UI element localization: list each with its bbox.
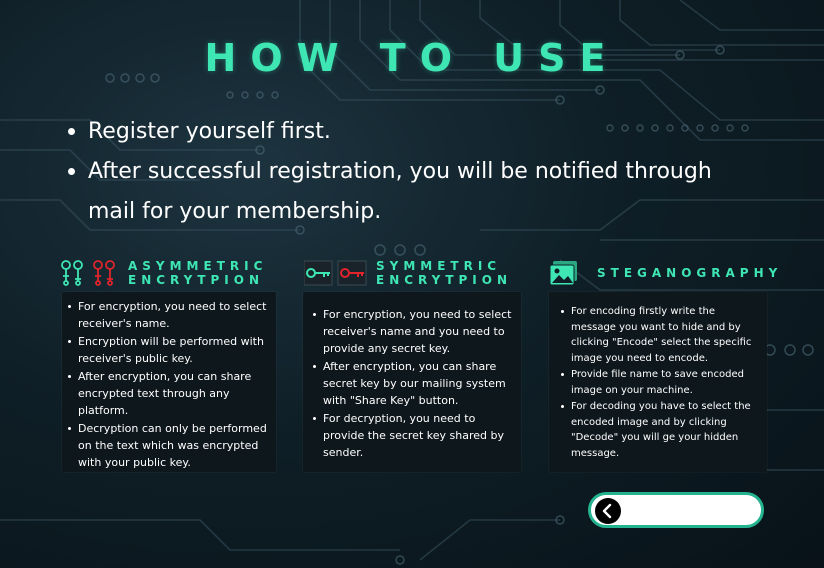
list-item: For encoding firstly write the message y… (561, 304, 759, 366)
list-item: After encryption, you can share secret k… (313, 358, 513, 409)
chevron-left-icon (595, 498, 621, 524)
list-item: For decryption, you need to provide the … (313, 410, 513, 461)
symmetric-header: SYMMETRIC ENCRYTPION (304, 259, 513, 287)
steps-list: Register yourself first. After successfu… (68, 112, 748, 232)
list-item: Decryption can only be performed on the … (68, 420, 268, 471)
asymmetric-title: ASYMMETRIC ENCRYTPION (128, 259, 268, 287)
list-item: For encryption, you need to select recei… (313, 306, 513, 357)
asymmetric-header: ASYMMETRIC ENCRYTPION (60, 259, 268, 287)
key-pair-icon (61, 260, 115, 286)
list-item: Encryption will be performed with receiv… (68, 333, 268, 367)
list-item: For encryption, you need to select recei… (68, 298, 268, 332)
steganography-title: STEGANOGRAPHY (597, 266, 783, 280)
keys-icon (304, 260, 367, 286)
list-item: Provide file name to save encoded image … (561, 367, 759, 398)
symmetric-card: For encryption, you need to select recei… (303, 292, 521, 472)
list-item: After encryption, you can share encrypte… (68, 368, 268, 419)
symmetric-title: SYMMETRIC ENCRYTPION (376, 259, 513, 287)
step-item: Register yourself first. (68, 112, 748, 152)
list-item: For decoding you have to select the enco… (561, 399, 759, 461)
page-title: HOW TO USE (204, 36, 620, 80)
steganography-card: For encoding firstly write the message y… (549, 292, 767, 472)
steganography-header: STEGANOGRAPHY (549, 259, 782, 287)
back-button[interactable] (588, 492, 764, 528)
asymmetric-card: For encryption, you need to select recei… (62, 292, 276, 472)
image-icon (549, 261, 577, 286)
step-item: After successful registration, you will … (68, 152, 748, 232)
